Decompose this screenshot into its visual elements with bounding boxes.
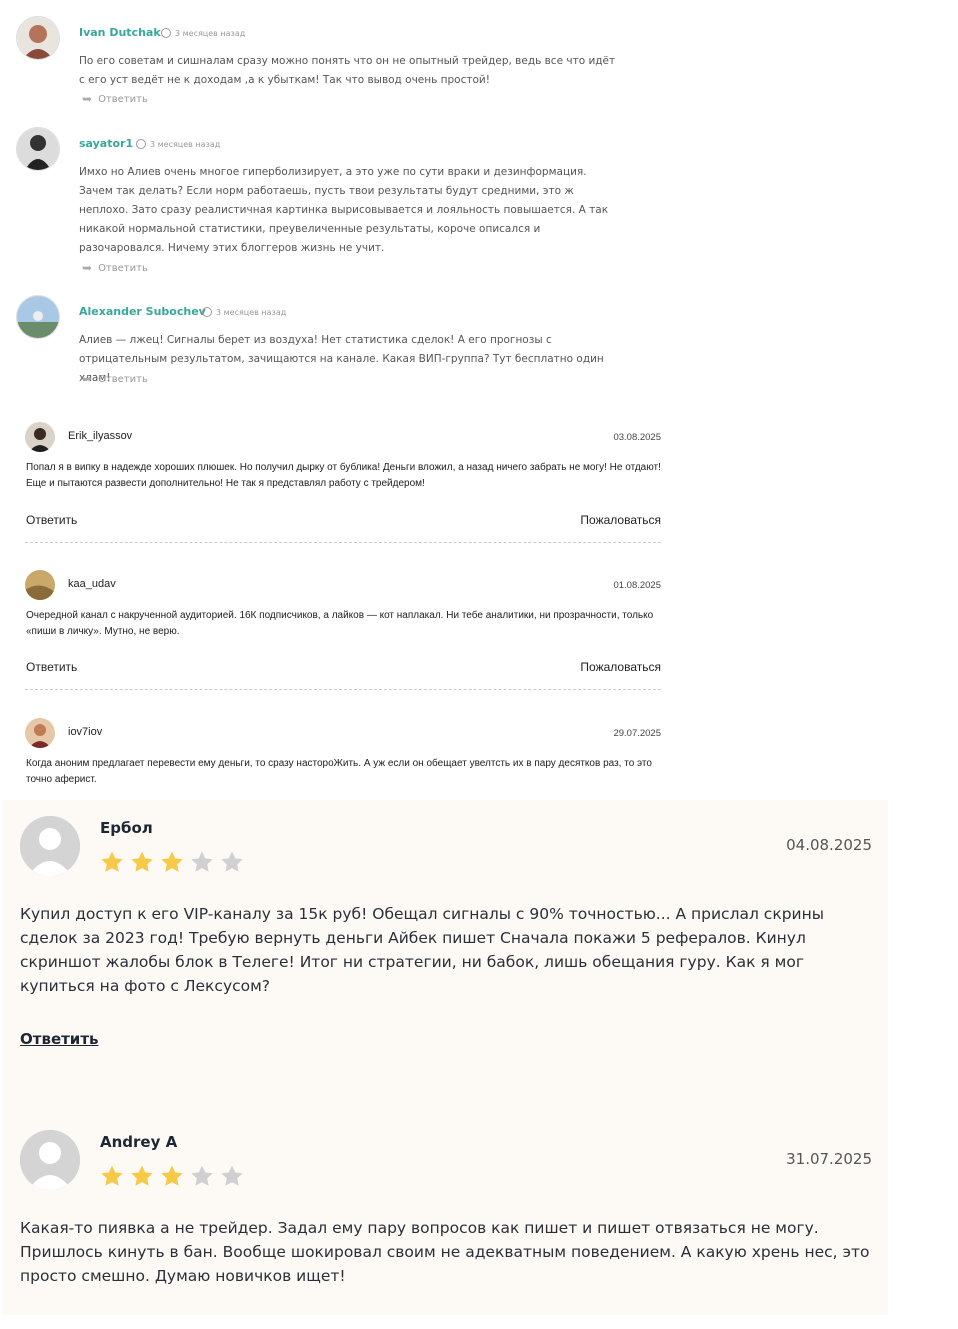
comment-text: По его советам и сишналам сразу можно по…: [79, 55, 616, 86]
comment-author[interactable]: iov7iov: [68, 726, 102, 738]
comment-author[interactable]: Erik_ilyassov: [68, 430, 132, 442]
comment-author[interactable]: Ivan Dutchak: [79, 26, 161, 39]
reply-arrow-icon: ➥: [82, 372, 93, 386]
star-icon: [191, 851, 213, 872]
comment-text: Имхо но Алиев очень многое гиперболизиру…: [79, 166, 609, 254]
avatar[interactable]: [25, 718, 55, 748]
divider: [25, 689, 661, 690]
avatar[interactable]: [16, 295, 60, 339]
clock-icon: [161, 28, 171, 38]
comment-date: 01.08.2025: [613, 580, 661, 591]
star-icon: [131, 1165, 153, 1186]
comment-date: 3 месяцев назад: [202, 307, 286, 317]
reply-button[interactable]: Ответить: [26, 513, 77, 527]
clock-icon: [136, 139, 146, 149]
comment-text: Очередной канал с накрученной аудиторией…: [26, 610, 654, 637]
reply-arrow-icon: ➥: [82, 92, 93, 106]
star-icon: [221, 1165, 243, 1186]
clock-icon: [202, 307, 212, 317]
rating-stars: [100, 1164, 244, 1188]
review-author: Andrey A: [100, 1133, 178, 1151]
comment-date: 3 месяцев назад: [136, 139, 220, 149]
star-icon: [161, 1165, 183, 1186]
comment-author[interactable]: Alexander Subochev: [79, 305, 206, 318]
star-icon: [131, 851, 153, 872]
reply-button[interactable]: ➥ Ответить: [82, 92, 148, 106]
comment: Erik_ilyassov 03.08.2025 Попал я в випку…: [25, 422, 661, 544]
divider: [25, 542, 661, 543]
comment-date: 3 месяцев назад: [161, 28, 245, 38]
avatar[interactable]: [16, 16, 60, 60]
reviews-panel: Ербол 04.08.2025 Купил доступ к его VIP-…: [2, 800, 888, 1315]
review: Andrey A 31.07.2025 Какая-то пиявка а не…: [20, 1130, 872, 1300]
star-icon: [161, 851, 183, 872]
reply-button[interactable]: Ответить: [20, 1030, 99, 1048]
avatar: [20, 816, 80, 876]
comment-author[interactable]: sayator1: [79, 137, 133, 150]
reply-button[interactable]: ➥ Ответить: [82, 372, 148, 386]
comment: iov7iov 29.07.2025 Когда аноним предлага…: [25, 718, 661, 790]
avatar[interactable]: [16, 127, 60, 171]
reply-arrow-icon: ➥: [82, 261, 93, 275]
review-author: Ербол: [100, 819, 153, 837]
avatar[interactable]: [25, 570, 55, 600]
star-icon: [191, 1165, 213, 1186]
star-icon: [101, 851, 123, 872]
comment-author[interactable]: kaa_udav: [68, 578, 116, 590]
rating-stars: [100, 850, 244, 874]
avatar: [20, 1130, 80, 1190]
report-button[interactable]: Пожаловаться: [580, 513, 661, 527]
review-text: Купил доступ к его VIP-каналу за 15к руб…: [20, 905, 824, 995]
review-date: 31.07.2025: [786, 1150, 872, 1168]
comment: kaa_udav 01.08.2025 Очередной канал с на…: [25, 570, 661, 692]
review: Ербол 04.08.2025 Купил доступ к его VIP-…: [20, 816, 872, 1076]
comment-text: Попал я в випку в надежде хороших плюшек…: [26, 462, 661, 489]
avatar[interactable]: [25, 422, 55, 452]
review-date: 04.08.2025: [786, 836, 872, 854]
comment-date: 29.07.2025: [613, 728, 661, 739]
review-text: Какая-то пиявка а не трейдер. Задал ему …: [20, 1219, 870, 1285]
report-button[interactable]: Пожаловаться: [580, 660, 661, 674]
reply-button[interactable]: Ответить: [26, 660, 77, 674]
comment: sayator1 3 месяцев назад Имхо но Алиев о…: [16, 127, 636, 277]
comment-date: 03.08.2025: [613, 432, 661, 443]
comment: Ivan Dutchak 3 месяцев назад По его сове…: [16, 16, 636, 116]
reply-button[interactable]: ➥ Ответить: [82, 261, 148, 275]
comment: Alexander Subochev 3 месяцев назад Алиев…: [16, 295, 636, 390]
comment-text: Когда аноним предлагает перевести ему де…: [26, 758, 652, 785]
comment-text: Алиев — лжец! Сигналы берет из воздуха! …: [79, 334, 604, 384]
star-icon: [101, 1165, 123, 1186]
star-icon: [221, 851, 243, 872]
